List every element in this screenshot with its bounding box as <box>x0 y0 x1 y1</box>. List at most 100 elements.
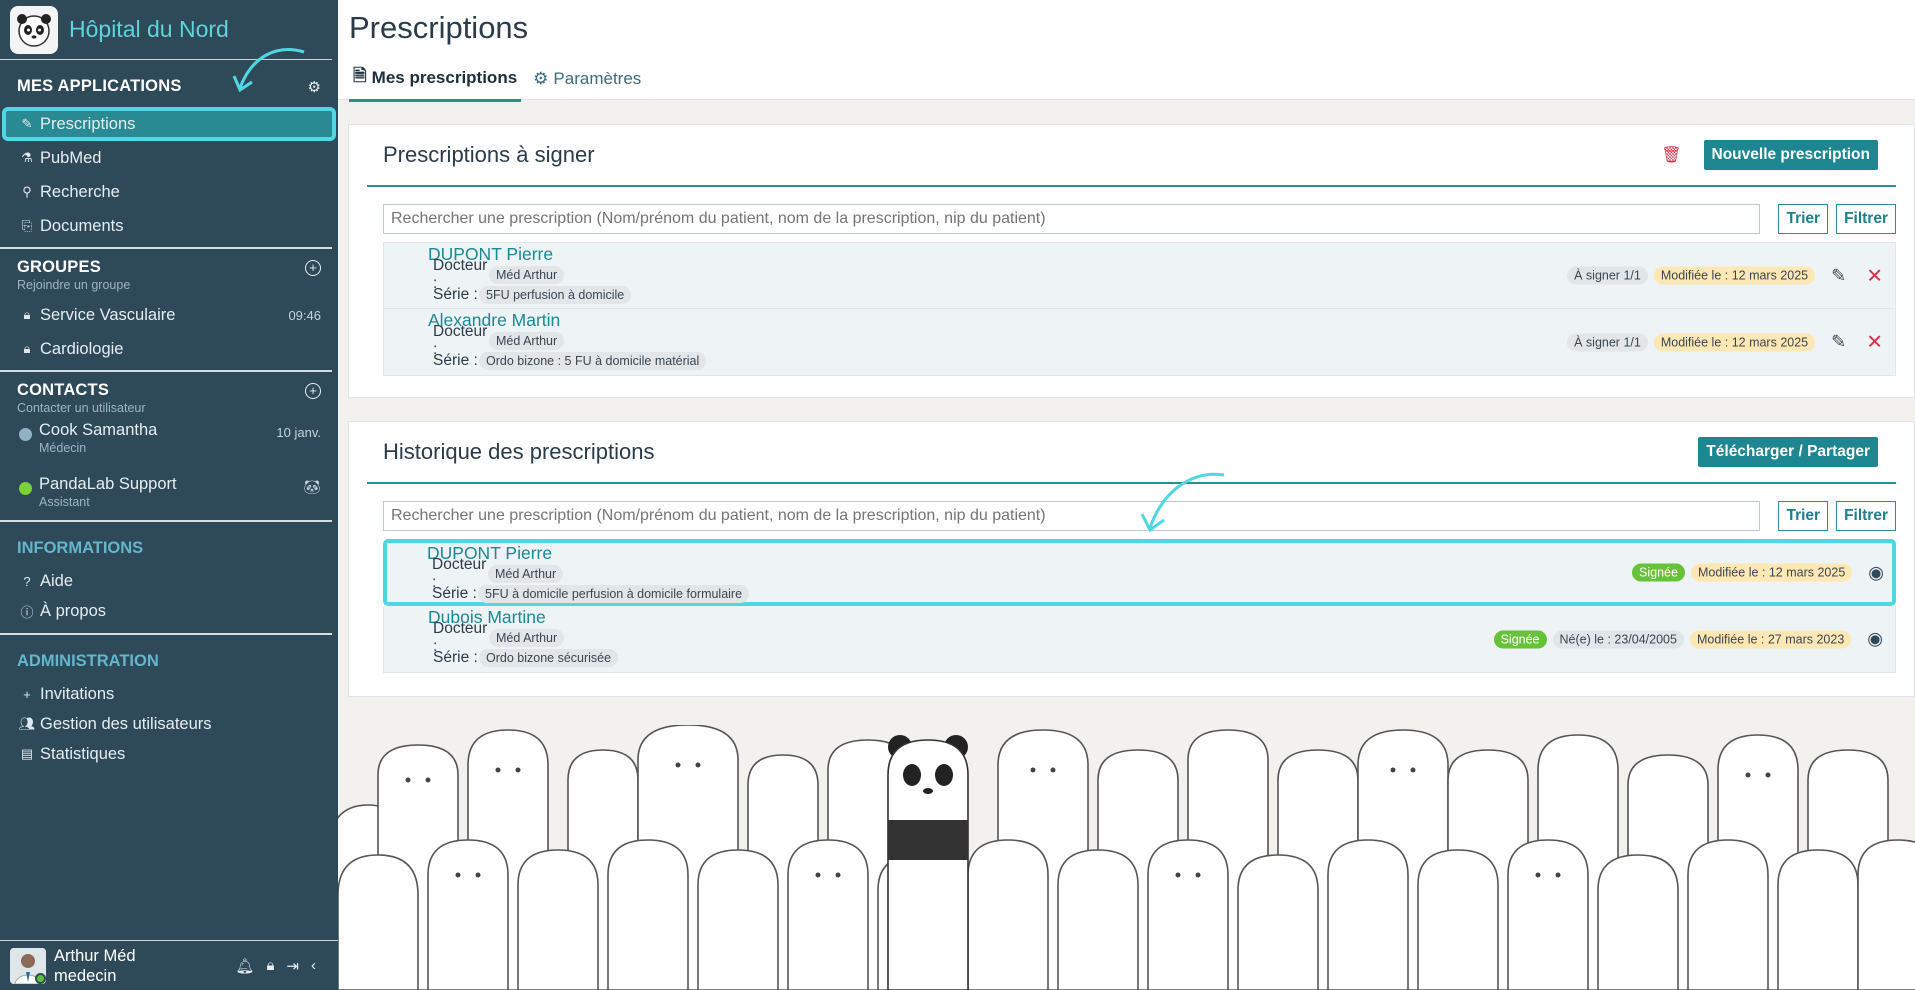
status-badge: À signer 1/1 <box>1567 333 1648 351</box>
table-row[interactable]: DUPONT Pierre Docteur : Méd Arthur Série… <box>383 539 1896 606</box>
table-row[interactable]: Alexandre Martin Docteur : Méd Arthur Sé… <box>383 309 1896 376</box>
contact-date: 10 janv. <box>276 425 321 440</box>
administration-title: ADMINISTRATION <box>17 652 159 670</box>
help-icon: ? <box>23 573 31 589</box>
user-name: Arthur Méd <box>54 946 136 965</box>
add-contact-icon[interactable]: + <box>305 382 321 399</box>
patient-name[interactable]: Dubois Martine <box>428 607 1895 628</box>
tab-parametres[interactable]: ⚙ Paramètres <box>529 63 645 102</box>
doctor-pill: Méd Arthur <box>488 565 564 583</box>
trash-icon[interactable]: 🗑︎ <box>1661 145 1681 165</box>
search-input[interactable] <box>383 204 1761 234</box>
groups-title: GROUPES <box>17 258 101 276</box>
status-dot <box>19 428 32 441</box>
logout-icon[interactable]: ⇥ <box>286 957 299 975</box>
bell-icon[interactable]: 🔔︎ <box>235 957 254 975</box>
contacts-title: CONTACTS <box>17 381 110 399</box>
divider <box>0 370 332 372</box>
eye-icon[interactable]: ◉ <box>1867 629 1883 650</box>
contact-item[interactable]: Cook Samantha Médecin 10 janv. <box>0 415 338 469</box>
modified-badge: Modifiée le : 12 mars 2025 <box>1653 266 1816 285</box>
sidebar-item-documents[interactable]: ⎘ Documents <box>0 209 338 243</box>
row-actions: Signée Né(e) le : 23/04/2005 Modifiée le… <box>1493 629 1883 650</box>
history-list: DUPONT Pierre Docteur : Méd Arthur Série… <box>383 539 1896 673</box>
add-group-icon[interactable]: + <box>305 259 321 276</box>
contact-name: PandaLab Support <box>39 475 177 493</box>
sidebar-item-apropos[interactable]: ⓘ À propos <box>0 596 338 626</box>
plus-icon: + <box>23 686 31 702</box>
eye-icon[interactable]: ◉ <box>1868 562 1884 583</box>
table-row[interactable]: Dubois Martine Docteur : Méd Arthur Séri… <box>383 606 1896 673</box>
contact-item[interactable]: PandaLab Support Assistant 🐼︎ <box>0 469 338 520</box>
series-line: Série : Ordo bizone sécurisée <box>433 648 1895 668</box>
groups-subtitle[interactable]: Rejoindre un groupe <box>0 278 338 292</box>
download-share-button[interactable]: Télécharger / Partager <box>1698 437 1878 467</box>
contact-name: Cook Samantha <box>39 421 158 439</box>
search-icon: ⚲ <box>22 184 32 199</box>
search-input[interactable] <box>383 501 1761 531</box>
users-icon: 👥︎ <box>18 716 36 731</box>
sidebar-item-label: Documents <box>40 216 124 235</box>
online-indicator <box>35 972 46 984</box>
collapse-icon[interactable]: ‹ <box>311 957 316 975</box>
modified-badge: Modifiée le : 27 mars 2023 <box>1689 630 1852 648</box>
user-role: medecin <box>54 966 117 985</box>
card-title: Prescriptions à signer <box>383 142 595 167</box>
edit-icon[interactable]: ✎ <box>1831 332 1846 353</box>
series-pill: Ordo bizone sécurisée <box>479 649 619 667</box>
avatar[interactable] <box>10 947 46 984</box>
sidebar-item-group[interactable]: 🔒︎ Service Vasculaire 09:46 <box>0 298 338 332</box>
sidebar-item-invitations[interactable]: + Invitations <box>0 679 338 709</box>
sidebar-item-aide[interactable]: ? Aide <box>0 566 338 596</box>
contact-role: Assistant <box>39 495 90 509</box>
contacts-header: CONTACTS + <box>0 381 338 400</box>
close-icon[interactable]: ✕ <box>1866 330 1883 355</box>
to-sign-card: Prescriptions à signer 🗑︎ Nouvelle presc… <box>348 124 1915 398</box>
sidebar-item-label: Recherche <box>40 182 120 201</box>
tab-mes-prescriptions[interactable]: 🗎 Mes prescriptions <box>349 63 522 102</box>
sidebar: Hôpital du Nord MES APPLICATIONS ⚙ ✎ Pre… <box>0 0 338 990</box>
series-line: Série : 5FU perfusion à domicile <box>433 285 1895 305</box>
patient-name[interactable]: DUPONT Pierre <box>428 244 1895 265</box>
panda-icon: 🐼︎ <box>303 479 321 495</box>
contacts-subtitle[interactable]: Contacter un utilisateur <box>0 401 338 415</box>
sort-button[interactable]: Trier <box>1778 204 1829 234</box>
informations-title: INFORMATIONS <box>17 539 144 557</box>
close-icon[interactable]: ✕ <box>1866 263 1883 288</box>
series-label: Série : <box>433 352 478 369</box>
paperclip-icon: ⎘ <box>21 218 33 233</box>
series-pill: 5FU perfusion à domicile <box>479 286 632 304</box>
search-row: Trier Filtrer <box>349 204 1914 234</box>
panda-logo <box>10 5 58 54</box>
edit-icon[interactable]: ✎ <box>1831 265 1846 286</box>
lock-icon[interactable]: 🔒︎ <box>266 957 274 975</box>
patient-name[interactable]: DUPONT Pierre <box>427 543 1892 564</box>
series-label: Série : <box>433 286 478 303</box>
sidebar-item-stats[interactable]: ▤ Statistiques <box>0 739 338 769</box>
table-row[interactable]: DUPONT Pierre Docteur : Méd Arthur Série… <box>383 242 1896 309</box>
sidebar-item-group[interactable]: 🔒︎ Cardiologie <box>0 332 338 366</box>
filter-button[interactable]: Filtrer <box>1836 204 1896 234</box>
lock-icon: 🔒︎ <box>23 341 31 356</box>
card-title: Historique des prescriptions <box>383 439 655 464</box>
series-label: Série : <box>432 585 477 602</box>
search-row: Trier Filtrer <box>349 501 1914 531</box>
info-icon: ⓘ <box>20 604 34 620</box>
sidebar-item-pubmed[interactable]: ⚗ PubMed <box>0 141 338 175</box>
document-icon: 🗎 <box>353 66 367 85</box>
new-prescription-button[interactable]: Nouvelle prescription <box>1703 140 1878 170</box>
sidebar-item-prescriptions[interactable]: ✎ Prescriptions <box>2 107 336 141</box>
sidebar-item-users[interactable]: 👥︎ Gestion des utilisateurs <box>0 709 338 739</box>
sidebar-item-label: À propos <box>40 601 107 620</box>
sort-button[interactable]: Trier <box>1778 501 1829 531</box>
patient-name[interactable]: Alexandre Martin <box>428 310 1895 331</box>
sidebar-item-label: Prescriptions <box>40 114 136 133</box>
sidebar-item-recherche[interactable]: ⚲ Recherche <box>0 175 338 209</box>
tabs: 🗎 Mes prescriptions ⚙ Paramètres <box>338 63 1915 102</box>
sidebar-item-label: Invitations <box>40 684 115 703</box>
group-time: 09:46 <box>288 307 321 323</box>
contact-role: Médecin <box>39 441 87 455</box>
signed-badge: Signée <box>1493 630 1547 648</box>
filter-button[interactable]: Filtrer <box>1836 501 1896 531</box>
tab-label: Mes prescriptions <box>371 67 518 87</box>
